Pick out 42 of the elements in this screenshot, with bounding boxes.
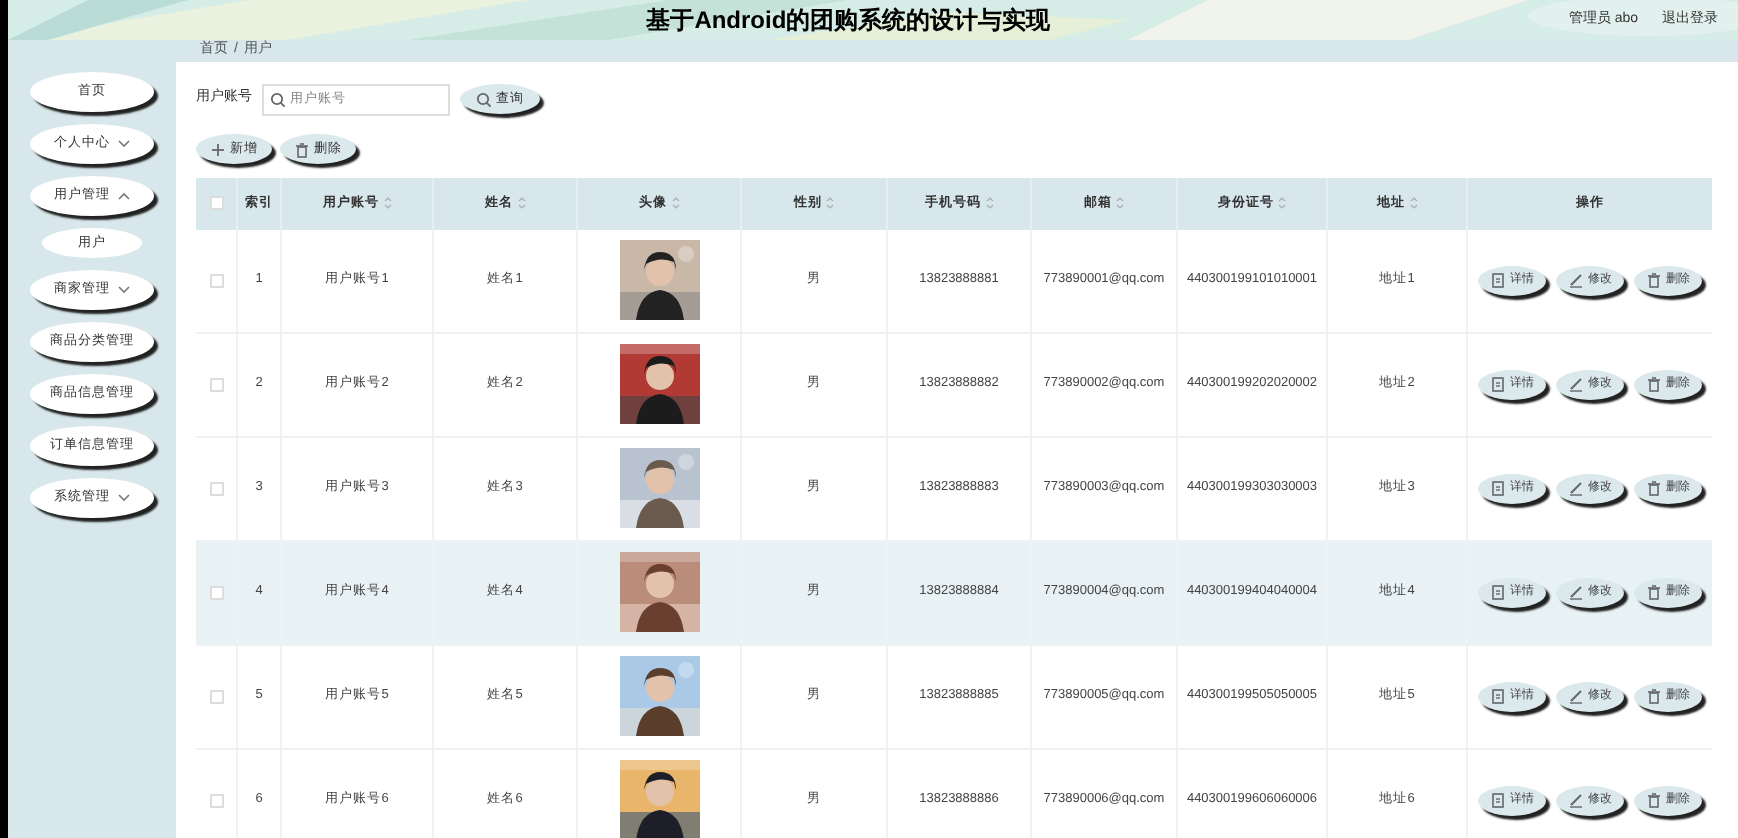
document-icon bbox=[1490, 480, 1506, 496]
checkbox[interactable] bbox=[209, 793, 223, 807]
sort-icon bbox=[517, 196, 525, 210]
pencil-icon bbox=[1568, 584, 1584, 600]
trash-icon bbox=[1646, 792, 1662, 808]
pencil-icon bbox=[1568, 688, 1584, 704]
document-icon bbox=[1490, 584, 1506, 600]
checkbox[interactable] bbox=[209, 689, 223, 703]
pencil-icon bbox=[1568, 792, 1584, 808]
checkbox[interactable] bbox=[209, 585, 223, 599]
chevron-icon bbox=[118, 192, 130, 200]
checkbox[interactable] bbox=[209, 196, 223, 210]
chevron-icon bbox=[118, 286, 130, 294]
pencil-icon bbox=[1568, 376, 1584, 392]
checkbox[interactable] bbox=[209, 481, 223, 495]
document-icon bbox=[1490, 376, 1506, 392]
document-icon bbox=[1490, 688, 1506, 704]
sort-icon bbox=[671, 196, 679, 210]
trash-icon bbox=[1646, 480, 1662, 496]
document-icon bbox=[1490, 272, 1506, 288]
app-title: 基于Android的团购系统的设计与实现 bbox=[646, 4, 1051, 38]
sort-icon bbox=[1278, 196, 1286, 210]
trash-icon bbox=[1646, 376, 1662, 392]
sort-icon bbox=[985, 196, 993, 210]
pencil-icon bbox=[1568, 272, 1584, 288]
trash-icon bbox=[1646, 272, 1662, 288]
checkbox[interactable] bbox=[209, 377, 223, 391]
trash-icon bbox=[1646, 584, 1662, 600]
pencil-icon bbox=[1568, 480, 1584, 496]
document-icon bbox=[1490, 792, 1506, 808]
chevron-icon bbox=[118, 494, 130, 502]
trash-icon bbox=[1646, 688, 1662, 704]
search-icon bbox=[476, 91, 492, 107]
trash-icon bbox=[294, 141, 310, 157]
chevron-icon bbox=[118, 140, 130, 148]
search-icon bbox=[270, 91, 286, 107]
sort-icon bbox=[1409, 196, 1417, 210]
sort-icon bbox=[1116, 196, 1124, 210]
checkbox[interactable] bbox=[209, 273, 223, 287]
sort-icon bbox=[826, 196, 834, 210]
sort-icon bbox=[383, 196, 391, 210]
plus-icon bbox=[210, 141, 226, 157]
